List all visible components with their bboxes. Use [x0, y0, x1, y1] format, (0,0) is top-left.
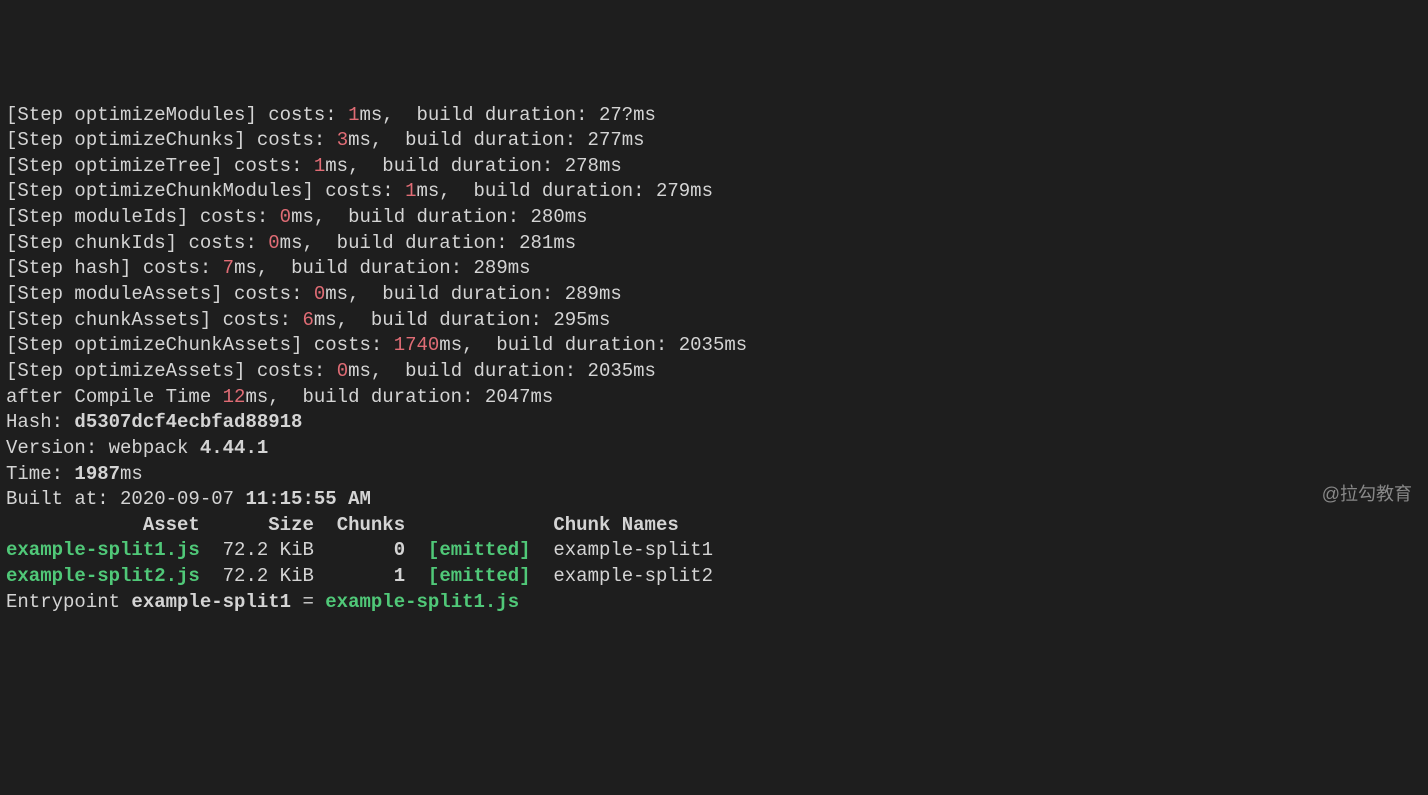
version-line: Version: webpack 4.44.1 — [6, 437, 268, 459]
step-line: [Step optimizeTree] costs: 1ms, build du… — [6, 155, 622, 177]
step-line: [Step optimizeChunks] costs: 3ms, build … — [6, 129, 645, 151]
terminal-output: [Step optimizeModules] costs: 1ms, build… — [0, 103, 1428, 616]
step-line: [Step hash] costs: 7ms, build duration: … — [6, 257, 531, 279]
step-line: [Step chunkIds] costs: 0ms, build durati… — [6, 232, 576, 254]
asset-row: example-split2.js 72.2 KiB 1 [emitted] e… — [6, 565, 713, 587]
built-at-line: Built at: 2020-09-07 11:15:55 AM — [6, 488, 371, 510]
entrypoint-line: Entrypoint example-split1 = example-spli… — [6, 591, 519, 613]
time-line: Time: 1987ms — [6, 463, 143, 485]
step-line: [Step chunkAssets] costs: 6ms, build dur… — [6, 309, 610, 331]
table-header: Asset Size Chunks Chunk Names — [6, 514, 679, 536]
step-line: [Step optimizeAssets] costs: 0ms, build … — [6, 360, 656, 382]
hash-line: Hash: d5307dcf4ecbfad88918 — [6, 411, 302, 433]
after-compile-line: after Compile Time 12ms, build duration:… — [6, 386, 553, 408]
step-line: [Step optimizeModules] costs: 1ms, build… — [6, 104, 656, 126]
asset-row: example-split1.js 72.2 KiB 0 [emitted] e… — [6, 539, 713, 561]
step-line: [Step moduleAssets] costs: 0ms, build du… — [6, 283, 622, 305]
step-line: [Step moduleIds] costs: 0ms, build durat… — [6, 206, 588, 228]
watermark: @拉勾教育 — [1322, 482, 1412, 506]
step-line: [Step optimizeChunkAssets] costs: 1740ms… — [6, 334, 747, 356]
step-line: [Step optimizeChunkModules] costs: 1ms, … — [6, 180, 713, 202]
